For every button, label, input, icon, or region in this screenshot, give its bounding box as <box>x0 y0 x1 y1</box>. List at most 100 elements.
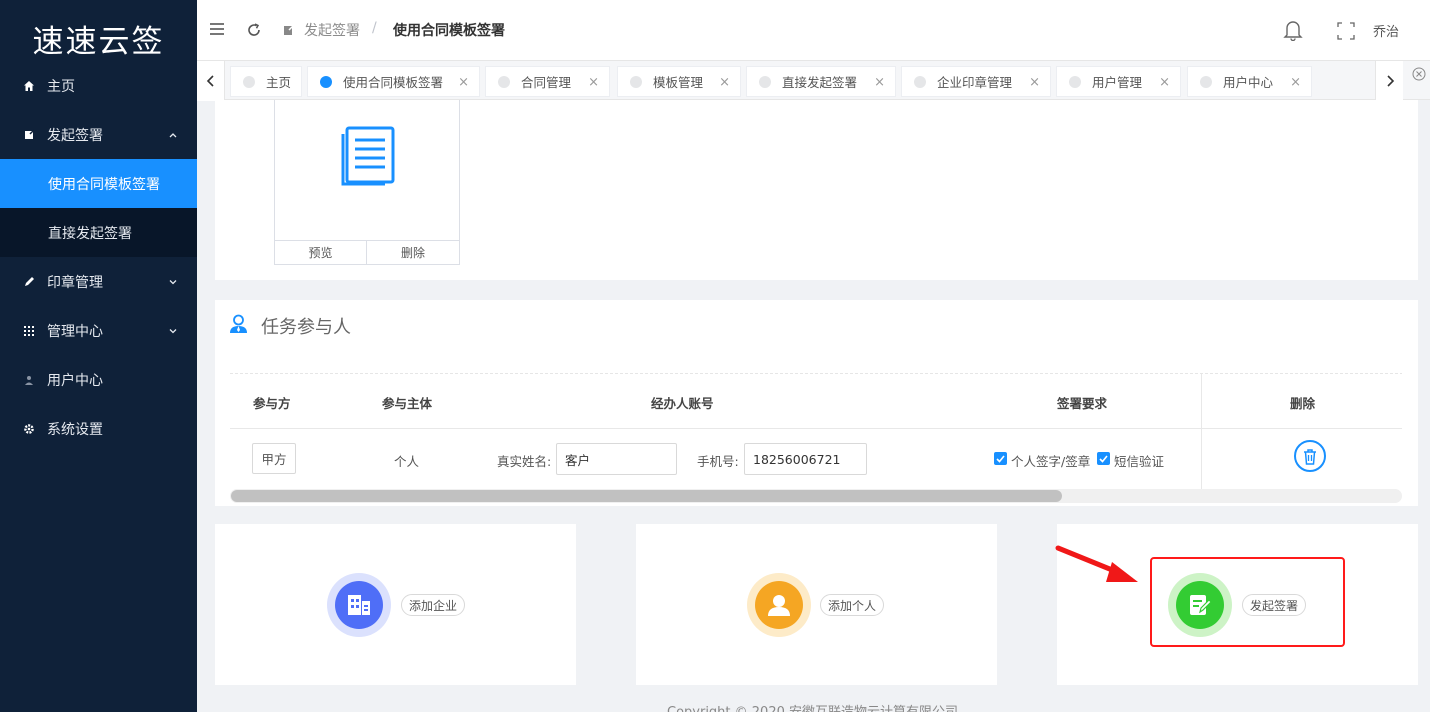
sidebar-item-user-center[interactable]: 用户中心 <box>0 355 197 404</box>
sidebar-item-label: 主页 <box>47 78 75 95</box>
sidebar-item-direct-sign[interactable]: 直接发起签署 <box>0 208 197 257</box>
chevron-down-icon <box>169 328 177 333</box>
close-icon[interactable]: × <box>719 75 730 90</box>
chevron-right-icon <box>1386 75 1394 87</box>
add-company-label[interactable]: 添加企业 <box>401 594 466 616</box>
tab-dot <box>1069 75 1081 88</box>
table-top-border <box>230 373 1402 374</box>
add-person-button[interactable] <box>747 573 811 637</box>
document-icon <box>341 126 395 186</box>
tab-label: 企业印章管理 <box>937 75 1013 90</box>
close-icon[interactable]: × <box>588 75 599 90</box>
tab-label: 主页 <box>266 75 292 90</box>
column-header-party: 参与方 <box>253 396 291 411</box>
user-icon <box>22 373 36 387</box>
tab-dot <box>320 75 332 88</box>
column-header-requirement: 签署要求 <box>1057 396 1108 411</box>
tab-label: 使用合同模板签署 <box>343 75 444 90</box>
close-icon[interactable]: × <box>1159 75 1170 90</box>
close-all-tabs-icon[interactable] <box>1412 67 1426 81</box>
signature-checkbox[interactable] <box>994 452 1007 465</box>
signature-checkbox-label: 个人签字/签章 <box>1011 454 1091 469</box>
chevron-left-icon <box>206 75 214 87</box>
sidebar-item-seal-management[interactable]: 印章管理 <box>0 257 197 306</box>
sidebar-item-management-center[interactable]: 管理中心 <box>0 306 197 355</box>
close-icon[interactable]: × <box>874 75 885 90</box>
phone-input[interactable]: 18256006721 <box>744 443 867 475</box>
tab-dot <box>630 75 642 88</box>
top-header: 发起签署 / 使用合同模板签署 乔治 <box>197 0 1430 60</box>
bell-icon[interactable] <box>1283 19 1303 41</box>
pen-icon <box>22 275 36 289</box>
tab-label: 模板管理 <box>653 75 704 90</box>
tab-user-management[interactable]: 用户管理 × <box>1056 66 1181 97</box>
tab-dot <box>498 75 510 88</box>
breadcrumb-parent[interactable]: 发起签署 <box>304 20 360 40</box>
tab-dot <box>243 75 255 88</box>
add-person-label[interactable]: 添加个人 <box>820 594 885 616</box>
edit-icon <box>22 128 36 142</box>
tab-label: 直接发起签署 <box>782 75 858 90</box>
phone-label: 手机号: <box>697 454 739 469</box>
table-fixed-column-divider <box>1201 374 1202 489</box>
subject-text: 个人 <box>394 454 420 469</box>
fullscreen-icon[interactable] <box>1337 22 1355 40</box>
preview-button[interactable]: 预览 <box>275 240 367 264</box>
sidebar-item-start-sign[interactable]: 发起签署 <box>0 110 197 159</box>
tab-label: 用户管理 <box>1092 75 1143 90</box>
party-input[interactable]: 甲方 <box>252 443 296 474</box>
edit-icon <box>284 24 295 35</box>
sidebar-item-label: 用户中心 <box>47 372 103 389</box>
sms-verify-checkbox[interactable] <box>1097 452 1110 465</box>
tab-dot <box>914 75 926 88</box>
chevron-up-icon <box>169 132 177 137</box>
tab-dot <box>759 75 771 88</box>
grid-icon <box>22 324 36 338</box>
refresh-icon[interactable] <box>246 22 262 38</box>
sidebar-item-system-settings[interactable]: 系统设置 <box>0 404 197 453</box>
person-icon <box>755 581 803 629</box>
tab-direct-sign[interactable]: 直接发起签署 × <box>746 66 896 97</box>
tab-enterprise-seal[interactable]: 企业印章管理 × <box>901 66 1051 97</box>
sidebar-item-label: 系统设置 <box>47 421 103 438</box>
sms-verify-label: 短信验证 <box>1114 454 1165 469</box>
sidebar-item-home[interactable]: 主页 <box>0 61 197 110</box>
home-icon <box>22 79 36 93</box>
delete-participant-button[interactable] <box>1294 440 1326 472</box>
table-header-divider <box>230 428 1402 429</box>
tab-template-management[interactable]: 模板管理 × <box>617 66 741 97</box>
tab-scroll-right[interactable] <box>1375 61 1403 101</box>
tab-user-center[interactable]: 用户中心 × <box>1187 66 1312 97</box>
sidebar-item-label: 管理中心 <box>47 323 103 340</box>
breadcrumb-separator: / <box>372 20 377 36</box>
column-header-delete: 删除 <box>1290 396 1316 411</box>
add-company-button[interactable] <box>327 573 391 637</box>
sidebar-item-label: 发起签署 <box>47 127 103 144</box>
sidebar-item-label: 印章管理 <box>47 274 103 291</box>
close-icon[interactable]: × <box>1029 75 1040 90</box>
user-tie-icon <box>230 314 247 333</box>
check-icon <box>996 454 1005 463</box>
highlight-box <box>1150 557 1345 647</box>
tab-dot <box>1200 75 1212 88</box>
username[interactable]: 乔治 <box>1373 21 1399 40</box>
template-item[interactable]: 预览 删除 <box>274 100 460 265</box>
sidebar-item-template-sign[interactable]: 使用合同模板签署 <box>0 159 197 208</box>
check-icon <box>1099 454 1108 463</box>
building-icon <box>335 581 383 629</box>
hamburger-icon[interactable] <box>209 22 225 36</box>
close-icon[interactable]: × <box>1290 75 1301 90</box>
close-icon[interactable]: × <box>458 75 469 90</box>
tab-template-sign[interactable]: 使用合同模板签署 × <box>307 66 480 97</box>
tab-home[interactable]: 主页 <box>230 66 302 97</box>
real-name-input[interactable]: 客户 <box>556 443 677 475</box>
column-header-account: 经办人账号 <box>651 396 714 411</box>
delete-template-button[interactable]: 删除 <box>367 240 459 264</box>
tabs-bar: 主页 使用合同模板签署 × 合同管理 × 模板管理 × 直接发起签署 × 企业印… <box>197 60 1430 101</box>
scrollbar-thumb[interactable] <box>231 490 1062 502</box>
tab-contract-management[interactable]: 合同管理 × <box>485 66 610 97</box>
sidebar-item-label: 直接发起签署 <box>48 225 132 242</box>
gear-icon <box>22 422 36 436</box>
tab-scroll-left[interactable] <box>197 61 225 101</box>
tab-label: 合同管理 <box>521 75 572 90</box>
